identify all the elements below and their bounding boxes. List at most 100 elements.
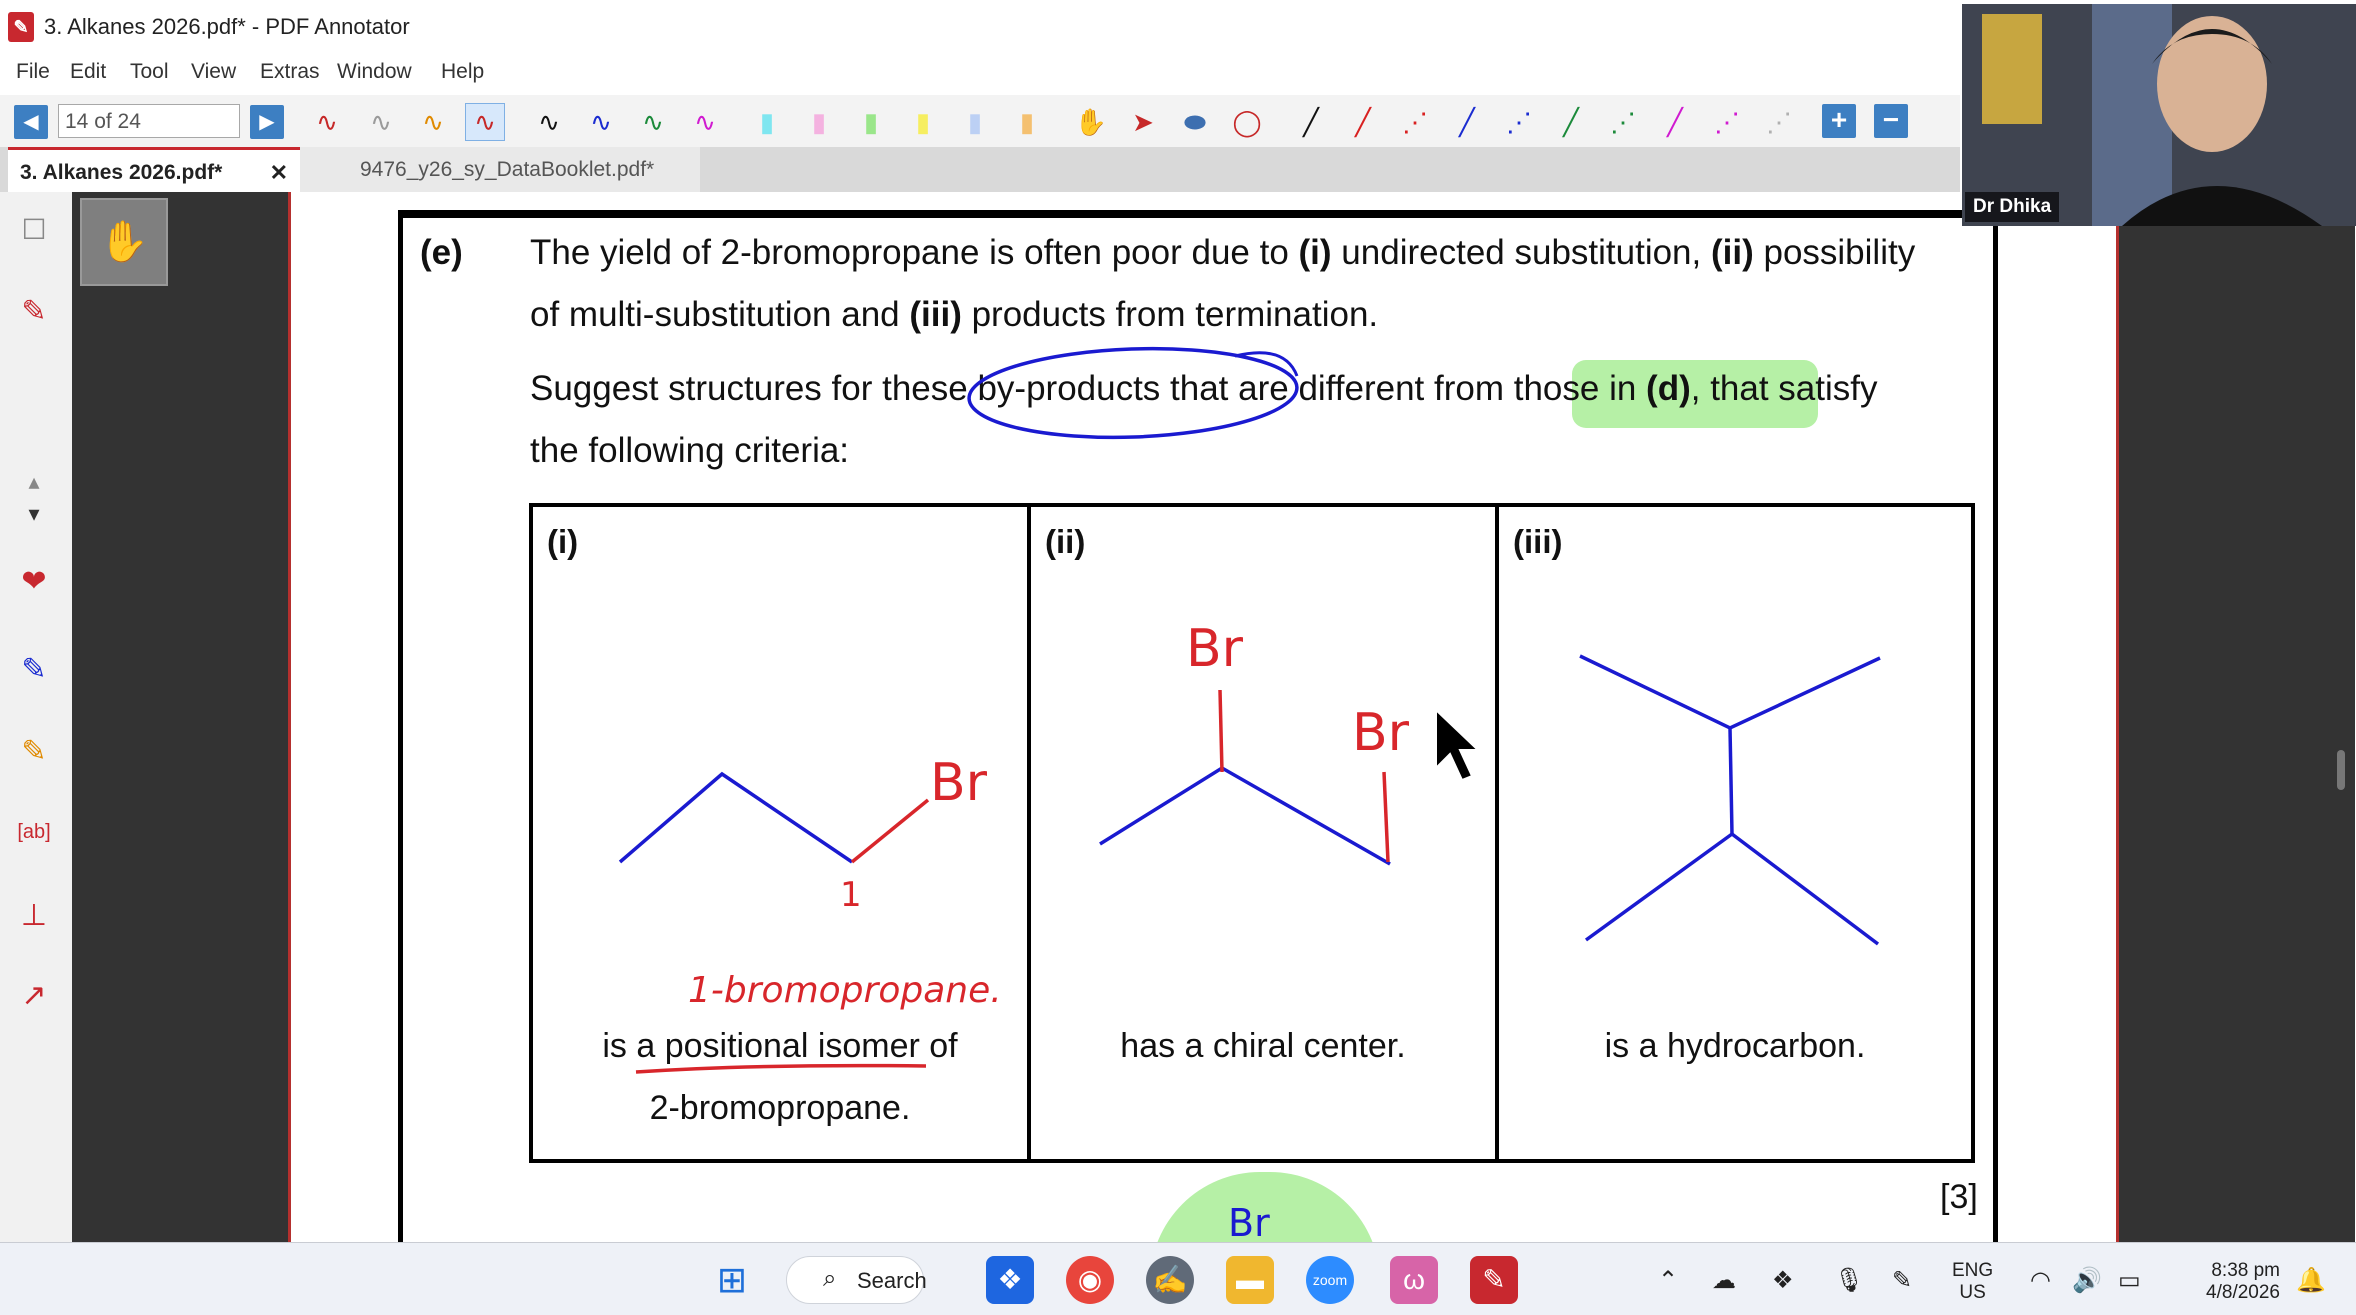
pdf-annotator-app-icon: ✎ (8, 12, 34, 42)
page-thumbnail-hand-icon[interactable]: ✋ (80, 198, 168, 286)
pen-orange-icon[interactable]: ∿ (414, 104, 452, 140)
arrow-tool-icon[interactable]: ↗ (14, 976, 54, 1016)
notifications-icon[interactable]: 🔔 (2296, 1266, 2326, 1295)
previous-page-button[interactable]: ◀ (14, 105, 48, 139)
question-label: (e) (420, 233, 463, 272)
highlighter-lightblue-icon[interactable]: ▮ (956, 104, 994, 140)
pen-grey-icon[interactable]: ∿ (362, 104, 400, 140)
dashed-line-green-icon[interactable]: ⋰ (1604, 104, 1642, 140)
window-title: 3. Alkanes 2026.pdf* - PDF Annotator (44, 14, 410, 39)
stamp-icon[interactable]: ⊥ (14, 896, 54, 936)
pen-red-icon[interactable]: ∿ (308, 104, 346, 140)
highlighter-orange-icon[interactable]: ▮ (1008, 104, 1046, 140)
line-black-icon[interactable]: ╱ (1292, 104, 1330, 140)
dashed-line-blue-icon[interactable]: ⋰ (1500, 104, 1538, 140)
pen-side-icon[interactable]: ✎ (14, 292, 54, 332)
taskbar-search-box[interactable]: ⌕ Search (786, 1256, 927, 1304)
line-green-icon[interactable]: ╱ (1552, 104, 1590, 140)
windows-start-icon[interactable]: ⊞ (708, 1256, 756, 1304)
marks-label: [3] (1940, 1178, 1978, 1216)
line-red-icon[interactable]: ╱ (1344, 104, 1382, 140)
highlighter-cyan-icon[interactable]: ▮ (748, 104, 786, 140)
menu-extras[interactable]: Extras (260, 60, 320, 84)
menu-window[interactable]: Window (337, 60, 412, 84)
language-line-2: US (1959, 1282, 1986, 1303)
menu-edit[interactable]: Edit (70, 60, 106, 84)
highlighter-pink-icon[interactable]: ▮ (800, 104, 838, 140)
favorite-heart-icon[interactable]: ❤ (14, 562, 54, 602)
text-box-icon[interactable]: [ab] (14, 812, 54, 852)
highlighter-green-icon[interactable]: ▮ (852, 104, 890, 140)
wifi-icon[interactable]: ◠ (2030, 1266, 2051, 1295)
menu-file[interactable]: File (16, 60, 50, 84)
pen-red-selected-icon[interactable]: ∿ (465, 103, 505, 141)
lasso-icon[interactable]: ◯ (1228, 104, 1266, 140)
file-explorer-icon[interactable]: ▬ (1226, 1256, 1274, 1304)
tab-bar: 3. Alkanes 2026.pdf* ✕ 9476_y26_sy_DataB… (0, 147, 1960, 192)
tab-databooklet-label: 9476_y26_sy_DataBooklet.pdf* (360, 158, 655, 181)
question-marker-iii: (iii) (909, 295, 962, 334)
question-line-3-a: Suggest structures for these by-products… (530, 369, 1647, 408)
dashed-line-grey-icon[interactable]: ⋰ (1760, 104, 1798, 140)
microphone-icon[interactable]: 🎙 (1834, 1266, 1864, 1295)
battery-icon[interactable]: ▭ (2118, 1266, 2141, 1295)
pen-blue-icon[interactable]: ∿ (582, 104, 620, 140)
pen-green-icon[interactable]: ∿ (634, 104, 672, 140)
next-page-button[interactable]: ▶ (250, 105, 284, 139)
left-tool-column: ☐ ✎ ▴ ▾ ❤ ✎ ✎ [ab] ⊥ ↗ (0, 192, 73, 1242)
zoom-in-button[interactable]: + (1822, 104, 1856, 138)
pen-magenta-icon[interactable]: ∿ (686, 104, 724, 140)
dashed-line-red-icon[interactable]: ⋰ (1396, 104, 1434, 140)
tab-alkanes[interactable]: 3. Alkanes 2026.pdf* ✕ (8, 147, 300, 192)
page-number-input[interactable]: 14 of 24 (58, 104, 240, 138)
right-margin-panel (2116, 210, 2355, 1242)
menu-tool[interactable]: Tool (130, 60, 169, 84)
thumbnail-panel (72, 192, 291, 1242)
whiteboard-app-icon[interactable]: ω (1390, 1256, 1438, 1304)
chrome-app-icon[interactable]: ◉ (1066, 1256, 1114, 1304)
question-line-3-b: , that satisfy (1690, 369, 1878, 408)
toolbar: ◀ 14 of 24 ▶ ∿ ∿ ∿ ∿ ∿ ∿ ∿ ∿ ▮ ▮ ▮ ▮ ▮ ▮… (0, 95, 1960, 148)
clock-date: 4/8/2026 (2206, 1282, 2280, 1303)
pen-tray-icon[interactable]: ✎ (1892, 1266, 1912, 1295)
question-line-1-b: undirected substitution, (1331, 233, 1711, 272)
question-line-2-a: of multi-substitution and (530, 295, 910, 334)
language-line-1: ENG (1952, 1260, 1994, 1281)
show-hidden-icons-icon[interactable]: ⌃ (1658, 1266, 1678, 1295)
clock[interactable]: 8:38 pm 4/8/2026 (2170, 1260, 2280, 1304)
question-line-3: Suggest structures for these by-products… (530, 368, 1878, 410)
line-magenta-icon[interactable]: ╱ (1656, 104, 1694, 140)
vertical-scrollbar[interactable] (2337, 750, 2345, 790)
highlighter-yellow-icon[interactable]: ▮ (904, 104, 942, 140)
dashed-line-magenta-icon[interactable]: ⋰ (1708, 104, 1746, 140)
clock-time: 8:38 pm (2211, 1260, 2280, 1281)
search-label: Search (857, 1268, 927, 1293)
onedrive-icon[interactable]: ☁ (1712, 1266, 1736, 1295)
eraser-icon[interactable]: ⬬ (1176, 104, 1214, 140)
dropdown-arrow-icon[interactable]: ▾ (14, 494, 54, 534)
zoom-app-icon[interactable]: zoom (1306, 1256, 1354, 1304)
question-line-2: of multi-substitution and (iii) products… (530, 294, 1378, 336)
menu-help[interactable]: Help (441, 60, 484, 84)
blank-page-icon[interactable]: ☐ (14, 210, 54, 250)
pdf-annotator-taskbar-icon[interactable]: ✎ (1470, 1256, 1518, 1304)
volume-icon[interactable]: 🔊 (2072, 1266, 2102, 1295)
menu-bar: File Edit Tool View Extras Window Help (0, 55, 1960, 95)
zoom-out-button[interactable]: − (1874, 104, 1908, 138)
dropbox-tray-icon[interactable]: ❖ (1772, 1266, 1794, 1295)
language-indicator[interactable]: ENG US (1952, 1260, 1993, 1304)
menu-view[interactable]: View (191, 60, 236, 84)
tab-databooklet[interactable]: 9476_y26_sy_DataBooklet.pdf* (300, 147, 700, 192)
criteria-i-text-1: is a positional isomer of (602, 1027, 958, 1065)
hand-tool-icon[interactable]: ✋ (1072, 104, 1110, 140)
close-tab-icon[interactable]: ✕ (270, 150, 288, 195)
webcam-name-label: Dr Dhika (1965, 192, 2060, 222)
highlighter-side-icon[interactable]: ✎ (14, 732, 54, 772)
system-app-icon[interactable]: ✍ (1146, 1256, 1194, 1304)
line-blue-icon[interactable]: ╱ (1448, 104, 1486, 140)
select-arrow-icon[interactable]: ➤ (1124, 104, 1162, 140)
pen-black-icon[interactable]: ∿ (530, 104, 568, 140)
question-line-2-b: products from termination. (961, 295, 1379, 334)
dropbox-app-icon[interactable]: ❖ (986, 1256, 1034, 1304)
blue-pen-side-icon[interactable]: ✎ (14, 650, 54, 690)
